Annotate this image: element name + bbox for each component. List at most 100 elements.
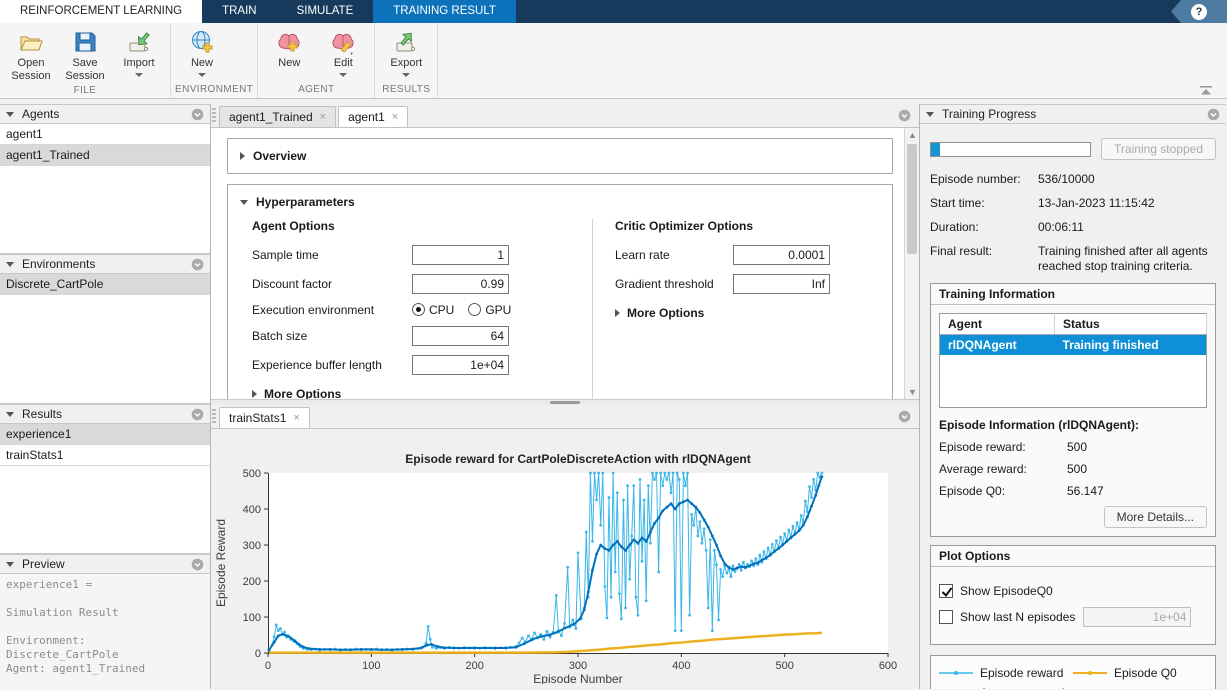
- svg-text:Episode reward for CartPoleDis: Episode reward for CartPoleDiscreteActio…: [405, 452, 750, 466]
- start-time-value: 13-Jan-2023 11:15:42: [1038, 196, 1216, 211]
- globe-new-icon: [189, 29, 215, 55]
- duration-label: Duration:: [930, 220, 1038, 235]
- scroll-up-icon[interactable]: ▲: [908, 131, 916, 139]
- start-time-label: Start time:: [930, 196, 1038, 211]
- close-icon[interactable]: ×: [320, 112, 326, 123]
- scroll-down-icon[interactable]: ▼: [908, 388, 916, 396]
- list-item-agent1-trained[interactable]: agent1_Trained: [0, 145, 210, 166]
- tab-training-result[interactable]: TRAINING RESULT: [373, 0, 516, 23]
- learn-rate-input[interactable]: [733, 245, 830, 265]
- show-last-n-episodes-row: Show last N episodes: [939, 607, 1207, 627]
- export-label: Export: [390, 57, 422, 70]
- svg-text:0: 0: [255, 648, 261, 660]
- training-plot: 01002003004005006000100200300400500Episo…: [211, 429, 919, 689]
- list-item-experience1[interactable]: experience1: [0, 424, 210, 445]
- dropdown-caret-icon: [198, 73, 206, 77]
- gradient-threshold-label: Gradient threshold: [615, 277, 733, 291]
- panel-menu-icon[interactable]: [191, 558, 204, 571]
- collapse-arrow-icon[interactable]: [6, 112, 14, 117]
- scrollbar-thumb[interactable]: [907, 144, 917, 254]
- splitter-handle[interactable]: [550, 401, 580, 404]
- checkbox-unchecked-icon[interactable]: [939, 610, 953, 624]
- close-icon[interactable]: ×: [293, 413, 299, 424]
- panel-menu-icon[interactable]: [898, 109, 911, 122]
- radio-selected-icon: [412, 303, 425, 316]
- table-row-rldqnagent[interactable]: rlDQNAgent Training finished: [940, 335, 1207, 356]
- editor-scrollbar[interactable]: ▲ ▼: [904, 128, 919, 399]
- tab-train[interactable]: TRAIN: [202, 0, 277, 23]
- tab-simulate[interactable]: SIMULATE: [277, 0, 374, 23]
- chart-legend: Episode reward Episode Q0 Average reward: [930, 655, 1216, 690]
- edit-agent-button[interactable]: Edit: [316, 27, 370, 82]
- agent-more-options[interactable]: More Options: [252, 387, 592, 400]
- group-label-file: FILE: [4, 83, 166, 99]
- open-session-button[interactable]: Open Session: [4, 27, 58, 83]
- new-agent-label: New: [278, 57, 300, 70]
- export-button[interactable]: Export: [379, 27, 433, 82]
- help-wedge: ?: [1171, 0, 1227, 23]
- cpu-radio[interactable]: CPU: [412, 303, 454, 317]
- new-environment-button[interactable]: New: [175, 27, 229, 82]
- collapse-arrow-icon[interactable]: [6, 412, 14, 417]
- collapse-arrow-icon[interactable]: [240, 200, 248, 205]
- ribbon-group-environment: New ENVIRONMENT: [171, 23, 258, 98]
- collapse-ribbon-icon[interactable]: [1199, 86, 1213, 95]
- panel-menu-icon[interactable]: [191, 108, 204, 121]
- training-stopped-button[interactable]: Training stopped: [1101, 138, 1216, 160]
- collapse-arrow-icon[interactable]: [926, 112, 934, 117]
- experience-buffer-length-label: Experience buffer length: [252, 358, 412, 372]
- agents-panel-title: Agents: [22, 107, 59, 121]
- gpu-radio[interactable]: GPU: [468, 303, 511, 317]
- panel-menu-icon[interactable]: [1207, 108, 1220, 121]
- sample-time-input[interactable]: [412, 245, 509, 265]
- training-progress-title: Training Progress: [942, 107, 1036, 121]
- save-session-button[interactable]: Save Session: [58, 27, 112, 83]
- expand-arrow-icon[interactable]: [252, 390, 257, 398]
- training-progress-header[interactable]: Training Progress: [920, 104, 1226, 124]
- doc-tab-trainstats1[interactable]: trainStats1 ×: [219, 407, 310, 428]
- svg-text:Episode Reward: Episode Reward: [214, 519, 228, 607]
- checkbox-checked-icon[interactable]: [939, 584, 953, 598]
- collapse-arrow-icon[interactable]: [6, 562, 14, 567]
- brain-new-icon: [276, 29, 302, 55]
- expand-arrow-icon[interactable]: [240, 152, 245, 160]
- drag-grip-icon[interactable]: [212, 108, 216, 123]
- list-item-trainstats1[interactable]: trainStats1: [0, 445, 210, 466]
- execution-environment-label: Execution environment: [252, 303, 412, 317]
- expand-arrow-icon[interactable]: [615, 309, 620, 317]
- list-item-discrete-cartpole[interactable]: Discrete_CartPole: [0, 274, 210, 295]
- panel-menu-icon[interactable]: [191, 258, 204, 271]
- more-details-button[interactable]: More Details...: [1104, 506, 1207, 528]
- agents-panel-header[interactable]: Agents: [0, 104, 210, 124]
- doc-tab-agent1-trained[interactable]: agent1_Trained ×: [219, 106, 336, 127]
- overview-section[interactable]: Overview: [227, 138, 893, 174]
- preview-panel-title: Preview: [22, 557, 65, 571]
- preview-panel-header[interactable]: Preview: [0, 554, 210, 574]
- last-n-episodes-input[interactable]: [1083, 607, 1191, 627]
- sample-time-label: Sample time: [252, 248, 412, 262]
- panel-menu-icon[interactable]: [898, 410, 911, 423]
- new-agent-button[interactable]: New: [262, 27, 316, 82]
- doc-tab-agent1[interactable]: agent1 ×: [338, 106, 408, 127]
- results-panel-header[interactable]: Results: [0, 404, 210, 424]
- collapse-arrow-icon[interactable]: [6, 262, 14, 267]
- import-button[interactable]: Import: [112, 27, 166, 83]
- close-icon[interactable]: ×: [392, 112, 398, 123]
- environments-panel-header[interactable]: Environments: [0, 254, 210, 274]
- batch-size-input[interactable]: [412, 326, 509, 346]
- experience-buffer-length-input[interactable]: [412, 355, 509, 375]
- discount-factor-input[interactable]: [412, 274, 509, 294]
- list-item-agent1[interactable]: agent1: [0, 124, 210, 145]
- legend-episode-reward: Episode reward: [939, 666, 1073, 680]
- dropdown-caret-icon: [402, 73, 410, 77]
- hyperparameters-header[interactable]: Hyperparameters: [240, 195, 880, 209]
- svg-text:500: 500: [775, 660, 793, 672]
- critic-more-options[interactable]: More Options: [615, 306, 880, 320]
- agent-options-title: Agent Options: [252, 219, 592, 233]
- drag-grip-icon[interactable]: [212, 409, 216, 424]
- panel-menu-icon[interactable]: [191, 408, 204, 421]
- help-icon[interactable]: ?: [1191, 4, 1207, 20]
- gradient-threshold-input[interactable]: [733, 274, 830, 294]
- tab-reinforcement-learning[interactable]: REINFORCEMENT LEARNING: [0, 0, 202, 23]
- edit-agent-label: Edit: [334, 57, 353, 70]
